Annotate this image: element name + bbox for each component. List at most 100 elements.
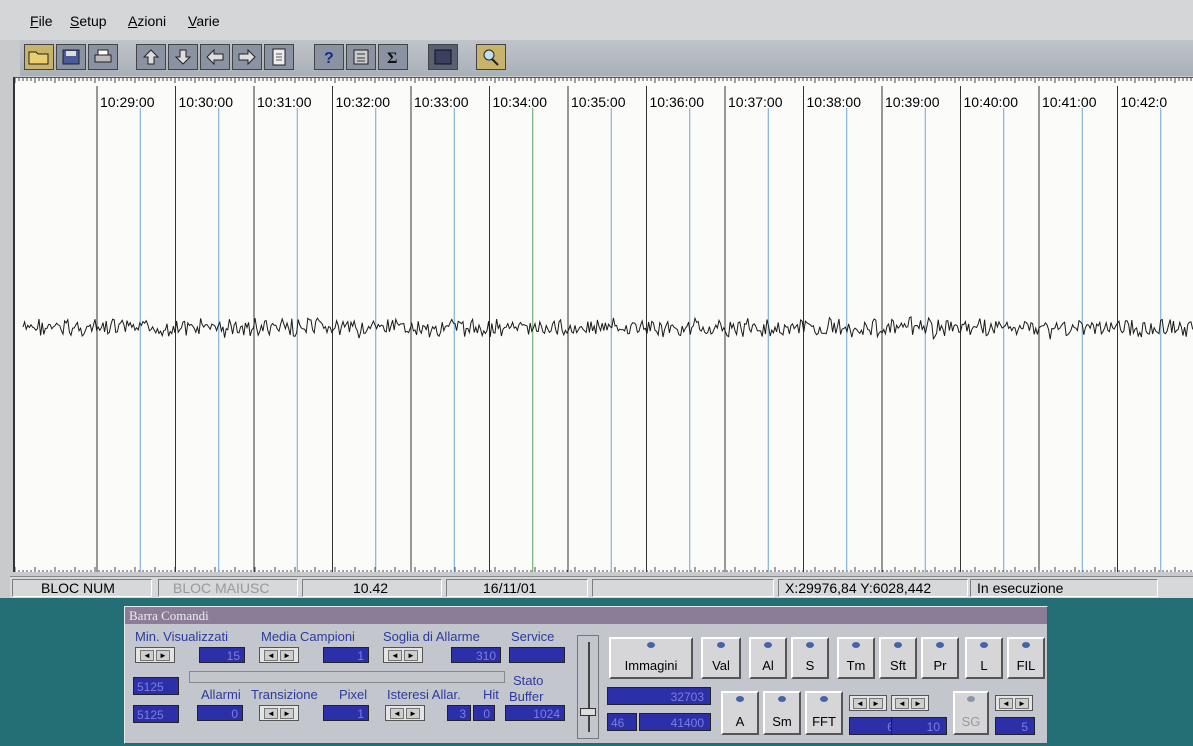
a-button[interactable]: A <box>721 691 759 735</box>
spin-right-icon[interactable]: ► <box>406 708 420 719</box>
spinner-c[interactable]: ◄ ► <box>995 695 1033 711</box>
menu-azioni[interactable]: Azioni <box>128 13 166 29</box>
progress-track <box>189 671 505 683</box>
value-41400: 41400 <box>639 713 711 731</box>
media-campioni-field[interactable]: 1 <box>323 647 369 663</box>
isteresi-field-a[interactable]: 3 <box>447 705 471 721</box>
stop-icon <box>434 49 452 65</box>
stato-label: Stato <box>513 673 544 688</box>
save-button[interactable] <box>56 44 86 70</box>
spin-left-icon[interactable]: ◄ <box>853 698 867 709</box>
menu-varie[interactable]: Varie <box>188 13 220 29</box>
open-folder-button[interactable] <box>24 44 54 70</box>
left-value-2: 5125 <box>133 705 179 723</box>
spin-right-icon[interactable]: ► <box>280 708 294 719</box>
led-icon <box>778 696 786 702</box>
move-up-button[interactable] <box>136 44 166 70</box>
spinner-b[interactable]: ◄ ► <box>891 695 929 711</box>
spin-value-5: 5 <box>995 717 1035 735</box>
toolbar: ? Σ <box>20 40 1193 76</box>
min-visualizzati-spinner[interactable]: ◄ ► <box>135 647 175 663</box>
x-tick-label: 10:32:00 <box>336 94 391 110</box>
spinner-a[interactable]: ◄ ► <box>849 695 887 711</box>
a-label: A <box>735 714 745 729</box>
vertical-slider[interactable] <box>577 635 599 739</box>
val-button[interactable]: Val <box>701 637 741 679</box>
led-icon <box>764 642 772 648</box>
transizione-spinner[interactable]: ◄ ► <box>259 705 299 721</box>
sg-button[interactable]: SG <box>953 691 989 735</box>
spin-right-icon[interactable]: ► <box>1015 698 1029 709</box>
status-coords: X:29976,84 Y:6028,442 <box>778 579 968 597</box>
page-button[interactable] <box>264 44 294 70</box>
sm-label: Sm <box>772 714 792 729</box>
spin-left-icon[interactable]: ◄ <box>999 698 1013 709</box>
spin-right-icon[interactable]: ► <box>911 698 925 709</box>
move-left-button[interactable] <box>200 44 230 70</box>
status-state: In esecuzione <box>970 579 1158 597</box>
tm-label: Tm <box>846 658 866 673</box>
sft-button[interactable]: Sft <box>879 637 917 679</box>
spin-left-icon[interactable]: ◄ <box>264 650 278 661</box>
x-tick-label: 10:33:00 <box>414 94 469 110</box>
tm-button[interactable]: Tm <box>837 637 875 679</box>
led-icon <box>820 696 828 702</box>
pr-button[interactable]: Pr <box>921 637 959 679</box>
signal-plot[interactable]: 10:29:00 10:30:00 10:31:00 10:32:00 10:33:00… <box>13 77 1193 572</box>
status-bloc-maiusc: BLOC MAIUSC <box>158 579 298 597</box>
s-label: S <box>805 658 815 673</box>
l-button[interactable]: L <box>965 637 1003 679</box>
menu-file[interactable]: File <box>30 13 53 29</box>
spin-left-icon[interactable]: ◄ <box>264 708 278 719</box>
menu-bar: File Setup Azioni Varie <box>0 0 1193 40</box>
service-field[interactable] <box>509 647 565 663</box>
page-icon <box>272 48 286 66</box>
val-label: Val <box>712 658 730 673</box>
spin-left-icon[interactable]: ◄ <box>140 650 154 661</box>
slider-thumb[interactable] <box>580 708 596 716</box>
immagini-button[interactable]: Immagini <box>609 637 693 679</box>
led-icon <box>717 642 725 648</box>
menu-setup[interactable]: Setup <box>70 13 107 29</box>
svg-text:Σ: Σ <box>387 50 397 66</box>
soglia-allarme-field[interactable]: 310 <box>451 647 501 663</box>
sigma-icon: Σ <box>387 50 397 66</box>
x-tick-label: 10:40:00 <box>964 94 1019 110</box>
al-label: Al <box>762 658 774 673</box>
print-icon <box>94 49 112 63</box>
print-button[interactable] <box>88 44 118 70</box>
spin-value-10: 10 <box>891 717 947 735</box>
zoom-button[interactable] <box>476 44 506 70</box>
sum-button[interactable]: Σ <box>378 44 408 70</box>
al-button[interactable]: Al <box>749 637 787 679</box>
fft-button[interactable]: FFT <box>805 691 843 735</box>
pixel-field[interactable]: 1 <box>323 705 369 721</box>
spin-left-icon[interactable]: ◄ <box>390 708 404 719</box>
value-32703: 32703 <box>607 687 711 705</box>
calculator-icon <box>353 49 369 65</box>
spin-left-icon[interactable]: ◄ <box>388 650 402 661</box>
move-down-button[interactable] <box>168 44 198 70</box>
sft-label: Sft <box>890 658 906 673</box>
help-button[interactable]: ? <box>314 44 344 70</box>
spin-right-icon[interactable]: ► <box>869 698 883 709</box>
allarmi-field[interactable]: 0 <box>197 705 243 721</box>
s-button[interactable]: S <box>791 637 829 679</box>
soglia-allarme-spinner[interactable]: ◄ ► <box>383 647 423 663</box>
isteresi-spinner[interactable]: ◄ ► <box>385 705 425 721</box>
isteresi-label: Isteresi Allar. <box>387 687 461 702</box>
sm-button[interactable]: Sm <box>763 691 801 735</box>
spin-right-icon[interactable]: ► <box>404 650 418 661</box>
move-right-button[interactable] <box>232 44 262 70</box>
hit-field[interactable]: 0 <box>473 705 495 721</box>
fil-button[interactable]: FIL <box>1007 637 1045 679</box>
min-visualizzati-field[interactable]: 15 <box>199 647 245 663</box>
stop-button[interactable] <box>428 44 458 70</box>
calculator-button[interactable] <box>346 44 376 70</box>
media-campioni-spinner[interactable]: ◄ ► <box>259 647 299 663</box>
l-label: L <box>980 658 988 673</box>
spin-right-icon[interactable]: ► <box>156 650 170 661</box>
command-panel: Barra Comandi Min. Visualizzati Media Ca… <box>0 598 1193 746</box>
spin-left-icon[interactable]: ◄ <box>895 698 909 709</box>
spin-right-icon[interactable]: ► <box>280 650 294 661</box>
